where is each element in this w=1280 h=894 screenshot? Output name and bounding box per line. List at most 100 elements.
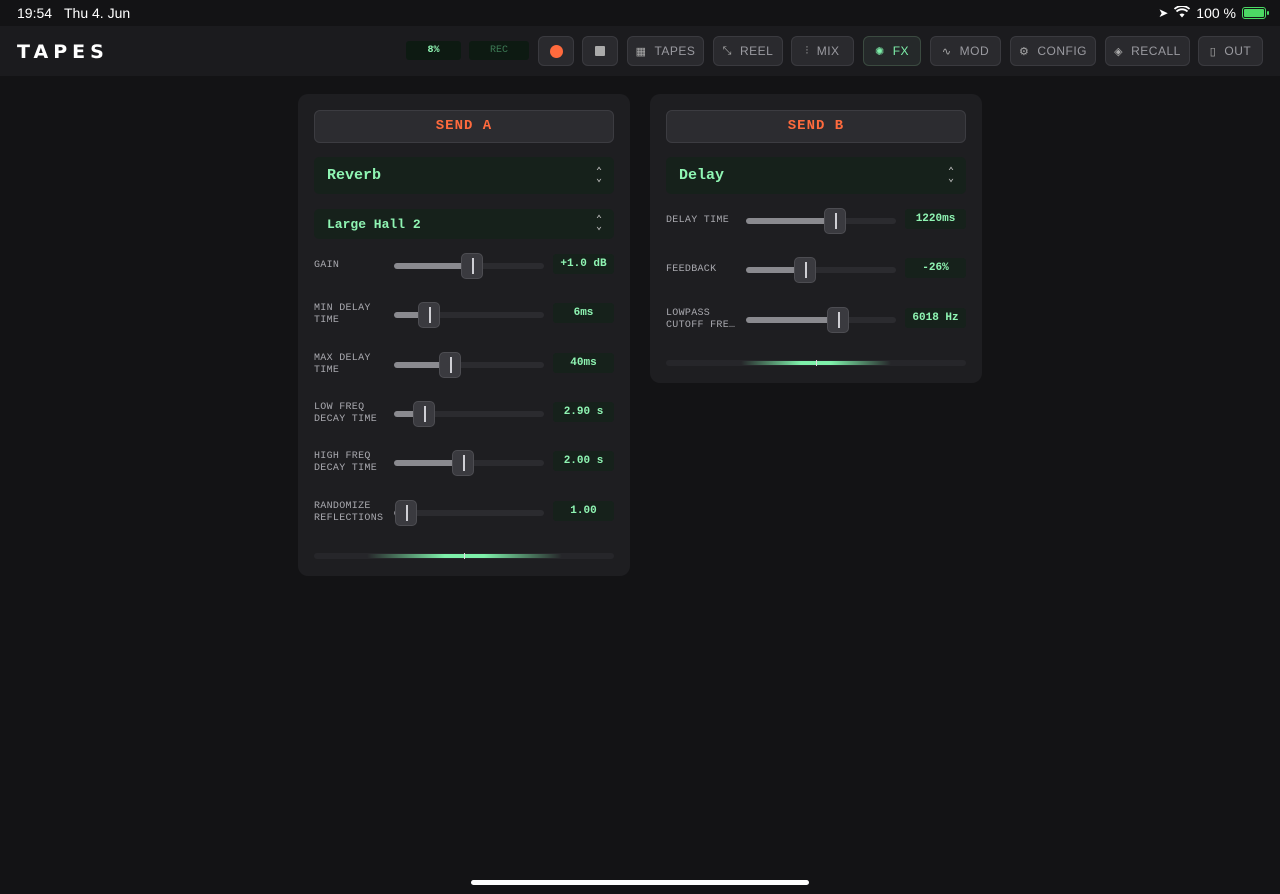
send-b-effect-label: Delay xyxy=(679,167,725,184)
param-label: DELAY TIME xyxy=(666,215,730,226)
send-a-preset-label: Large Hall 2 xyxy=(327,216,421,232)
param-value[interactable]: 1220ms xyxy=(905,209,966,229)
chevron-updown-icon: ⌃ ⌄ xyxy=(947,166,954,185)
nav-recall-button[interactable]: ◈ RECALL xyxy=(1105,36,1190,66)
chevron-updown-icon: ⌃ ⌄ xyxy=(595,166,602,185)
stop-icon xyxy=(595,46,605,56)
grid-icon: ▦ xyxy=(635,45,647,58)
nav-fx-label: FX xyxy=(892,44,910,58)
nav-mix-label: MIX xyxy=(816,44,840,58)
param-value[interactable]: -26% xyxy=(905,258,966,279)
slider-thumb[interactable] xyxy=(395,499,417,526)
param-slider[interactable] xyxy=(746,257,896,284)
send-b-effect-select[interactable]: Delay ⌃ ⌄ xyxy=(666,157,966,194)
param-row: GAIN +1.0 dB xyxy=(314,253,614,279)
param-slider[interactable] xyxy=(746,306,896,333)
slider-fill xyxy=(746,316,838,323)
param-slider[interactable] xyxy=(394,400,544,427)
param-label: RANDOMIZE REFLECTIONS xyxy=(314,500,384,524)
nav-out-label: OUT xyxy=(1224,44,1252,58)
waveform-icon: ∿ xyxy=(941,45,952,58)
status-bar: 19:54 Thu 4. Jun ➤ 100 % xyxy=(0,0,1280,26)
layers-icon: ◈ xyxy=(1114,45,1124,58)
param-row: LOWPASS CUTOFF FRE… 6018 Hz xyxy=(666,306,966,333)
gear-icon: ⚙ xyxy=(1018,45,1030,58)
slider-thumb[interactable] xyxy=(452,450,474,477)
nav-mod-label: MOD xyxy=(959,44,990,58)
record-button[interactable] xyxy=(538,36,574,66)
param-slider[interactable] xyxy=(394,253,544,279)
param-slider[interactable] xyxy=(394,450,544,477)
param-slider[interactable] xyxy=(394,499,544,526)
status-time: 19:54 xyxy=(17,5,53,21)
slider-thumb[interactable] xyxy=(461,253,483,279)
param-row: MIN DELAY TIME 6ms xyxy=(314,302,614,329)
slider-thumb[interactable] xyxy=(413,400,435,427)
status-indicators: ➤ 100 % xyxy=(1158,5,1269,21)
param-label: LOW FREQ DECAY TIME xyxy=(314,401,378,425)
param-row: RANDOMIZE REFLECTIONS 1.00 xyxy=(314,499,614,526)
param-row: DELAY TIME 1220ms xyxy=(666,208,966,234)
send-b-panel: SEND B Delay ⌃ ⌄ DELAY TIME 1220ms FEEDBACK… xyxy=(650,94,982,383)
wifi-icon xyxy=(1174,5,1191,21)
cpu-meter: 8% xyxy=(406,41,461,60)
battery-icon xyxy=(1242,7,1269,19)
param-label: MIN DELAY TIME xyxy=(314,303,371,327)
location-icon: ➤ xyxy=(1158,6,1169,20)
param-label: MAX DELAY TIME xyxy=(314,352,371,376)
param-value[interactable]: 2.90 s xyxy=(553,401,614,422)
slider-thumb[interactable] xyxy=(417,302,440,329)
stop-button[interactable] xyxy=(582,36,618,66)
nav-reel-label: REEL xyxy=(739,44,774,58)
slider-thumb[interactable] xyxy=(793,257,816,284)
expand-arrows-icon: ⤡ xyxy=(722,44,732,57)
app-title: TAPES xyxy=(17,41,109,63)
rec-indicator: REC xyxy=(469,41,529,60)
param-slider[interactable] xyxy=(394,351,544,378)
send-b-header[interactable]: SEND B xyxy=(666,110,966,143)
send-a-effect-label: Reverb xyxy=(327,167,382,184)
nav-reel-button[interactable]: ⤡ REEL xyxy=(713,36,783,66)
send-a-header[interactable]: SEND A xyxy=(314,110,614,143)
param-value[interactable]: 6018 Hz xyxy=(905,307,966,328)
nav-fx-button[interactable]: ✺ FX xyxy=(863,36,921,66)
slider-thumb[interactable] xyxy=(823,208,846,234)
send-a-panel: SEND A Reverb ⌃ ⌄ Large Hall 2 ⌃ ⌄ GAIN +1.… xyxy=(298,94,630,576)
nav-mod-button[interactable]: ∿ MOD xyxy=(930,36,1001,66)
param-value[interactable]: 1.00 xyxy=(553,500,614,521)
nav-tapes-button[interactable]: ▦ TAPES xyxy=(627,36,704,66)
nav-config-button[interactable]: ⚙ CONFIG xyxy=(1010,36,1096,66)
param-label: LOWPASS CUTOFF FRE… xyxy=(666,307,736,331)
nav-config-label: CONFIG xyxy=(1037,44,1088,58)
param-row: FEEDBACK -26% xyxy=(666,257,966,284)
nav-tapes-label: TAPES xyxy=(654,44,696,58)
chevron-updown-icon: ⌃ ⌄ xyxy=(595,215,602,233)
param-value[interactable]: 40ms xyxy=(553,352,614,373)
param-slider[interactable] xyxy=(746,208,896,234)
send-a-level-meter xyxy=(314,553,614,559)
slider-thumb[interactable] xyxy=(438,351,461,378)
slider-thumb[interactable] xyxy=(826,306,849,333)
param-value[interactable]: +1.0 dB xyxy=(553,254,614,274)
param-label: FEEDBACK xyxy=(666,264,717,276)
top-toolbar: TAPES 8% REC ▦ TAPES ⤡ REEL ⫶ MIX ✺ FX ∿ MOD … xyxy=(0,26,1280,76)
slider-fill xyxy=(746,218,835,224)
nav-out-button[interactable]: ▯ OUT xyxy=(1198,36,1263,66)
send-a-effect-select[interactable]: Reverb ⌃ ⌄ xyxy=(314,157,614,194)
nav-mix-button[interactable]: ⫶ MIX xyxy=(791,36,854,66)
param-row: MAX DELAY TIME 40ms xyxy=(314,351,614,378)
param-slider[interactable] xyxy=(394,302,544,329)
send-a-preset-select[interactable]: Large Hall 2 ⌃ ⌄ xyxy=(314,209,614,239)
nav-recall-label: RECALL xyxy=(1131,44,1181,58)
record-icon xyxy=(549,44,563,58)
send-b-level-meter xyxy=(666,360,966,366)
speaker-icon: ▯ xyxy=(1209,45,1217,58)
param-label: GAIN xyxy=(314,260,340,271)
param-row: HIGH FREQ DECAY TIME 2.00 s xyxy=(314,450,614,477)
param-row: LOW FREQ DECAY TIME 2.90 s xyxy=(314,400,614,427)
status-date: Thu 4. Jun xyxy=(64,5,131,21)
param-value[interactable]: 6ms xyxy=(553,303,614,324)
param-value[interactable]: 2.00 s xyxy=(553,451,614,472)
home-indicator[interactable] xyxy=(471,880,809,885)
faders-icon: ⫶ xyxy=(805,44,809,57)
